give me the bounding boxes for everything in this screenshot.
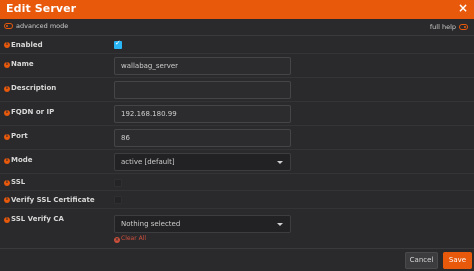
fqdn-label: FQDN or IP (11, 108, 55, 116)
advanced-mode-label[interactable]: advanced mode (16, 22, 68, 30)
info-icon[interactable] (4, 109, 10, 116)
info-icon[interactable] (4, 61, 10, 68)
dialog-title: Edit Server (6, 2, 77, 15)
row-name: Name wallabag_server (0, 54, 474, 78)
full-help-toggle-icon[interactable] (459, 24, 468, 30)
save-button[interactable]: Save (443, 252, 472, 269)
ssl-verify-ca-select[interactable]: Nothing selected (114, 215, 291, 233)
enabled-label: Enabled (11, 41, 43, 49)
row-ssl-verify-ca: SSL Verify CA Nothing selected (0, 209, 474, 248)
info-icon[interactable] (4, 196, 10, 203)
description-input[interactable] (114, 81, 291, 99)
dialog-header: Edit Server × (0, 0, 474, 19)
mode-bar: advanced mode full help (0, 19, 474, 36)
row-enabled: Enabled (0, 36, 474, 54)
verify-ssl-cert-checkbox[interactable] (114, 196, 122, 204)
chevron-down-icon (277, 161, 283, 164)
verify-ssl-cert-label: Verify SSL Certificate (11, 196, 95, 204)
row-mode: Mode active [default] (0, 150, 474, 174)
dialog-footer: Cancel Save (0, 248, 474, 271)
mode-select[interactable]: active [default] (114, 153, 291, 171)
name-input[interactable]: wallabag_server (114, 57, 291, 75)
clear-all-text: Clear All (121, 235, 147, 242)
advanced-mode-toggle-icon[interactable] (4, 23, 13, 29)
row-fqdn: FQDN or IP 192.168.180.99 (0, 102, 474, 126)
description-label: Description (11, 84, 57, 92)
row-ssl: SSL (0, 174, 474, 191)
clear-all-link[interactable]: × Clear All (114, 235, 146, 243)
ssl-verify-ca-label: SSL Verify CA (11, 215, 64, 223)
ssl-verify-ca-selected-value: Nothing selected (121, 220, 181, 228)
full-help-label[interactable]: full help (430, 23, 456, 31)
ssl-label: SSL (11, 178, 26, 186)
clear-icon: × (114, 237, 120, 243)
enabled-checkbox[interactable] (114, 39, 122, 49)
ssl-checkbox[interactable] (114, 179, 122, 187)
mode-selected-value: active [default] (121, 158, 175, 166)
chevron-down-icon (277, 223, 283, 226)
info-icon[interactable] (4, 133, 10, 140)
info-icon[interactable] (4, 85, 10, 92)
name-label: Name (11, 60, 34, 68)
info-icon[interactable] (4, 179, 10, 186)
port-input[interactable]: 86 (114, 129, 291, 147)
row-verify-ssl-cert: Verify SSL Certificate (0, 191, 474, 209)
info-icon[interactable] (4, 216, 10, 223)
mode-label: Mode (11, 156, 33, 164)
info-icon[interactable] (4, 157, 10, 164)
fqdn-input[interactable]: 192.168.180.99 (114, 105, 291, 123)
port-label: Port (11, 132, 28, 140)
close-icon[interactable]: × (458, 1, 468, 15)
info-icon[interactable] (4, 41, 10, 48)
row-description: Description (0, 78, 474, 102)
row-port: Port 86 (0, 126, 474, 150)
cancel-button[interactable]: Cancel (405, 252, 438, 269)
